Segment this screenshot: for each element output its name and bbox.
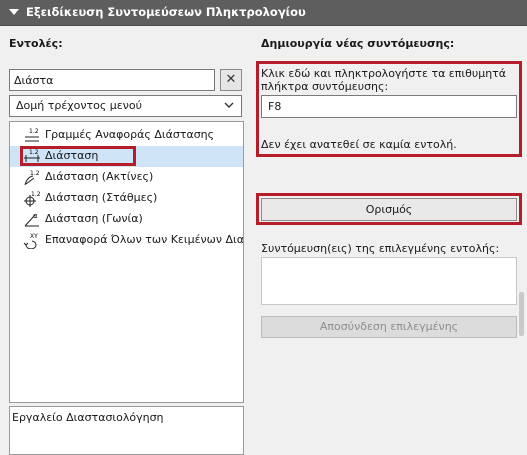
- current-shortcuts-list[interactable]: [261, 257, 517, 305]
- shortcut-instruction: Κλικ εδώ και πληκτρολογήστε τα επιθυμητά…: [261, 67, 507, 93]
- close-icon: ✕: [225, 72, 237, 87]
- menu-structure-dropdown[interactable]: Δομή τρέχοντος μενού: [9, 95, 242, 117]
- dropdown-value: Δομή τρέχοντος μενού: [16, 99, 142, 112]
- shortcut-key-input[interactable]: [261, 95, 517, 118]
- level-dimension-icon: 1.2: [24, 191, 41, 207]
- assign-button[interactable]: Ορισμός: [261, 198, 517, 221]
- svg-text:XY: XY: [30, 233, 38, 240]
- unassign-button[interactable]: Αποσύνδεση επιλεγμένης: [261, 316, 517, 338]
- selected-command-highlight: [20, 146, 136, 166]
- reset-dimension-text-icon: XY: [23, 233, 38, 249]
- svg-text:1.2: 1.2: [29, 128, 39, 135]
- commands-label: Εντολές:: [9, 37, 63, 50]
- chevron-down-icon: [224, 102, 234, 108]
- panel-title: Εξειδίκευση Συντομεύσεων Πληκτρολογίου: [26, 5, 306, 19]
- command-description: Εργαλείο Διαστασιολόγηση: [9, 406, 244, 455]
- list-item-label: Επαναφορά Όλων των Κειμένων Διαστ: [45, 233, 244, 246]
- list-item[interactable]: α Διάσταση (Γωνία): [10, 209, 243, 230]
- list-item-label: Γραμμές Αναφοράς Διάστασης: [45, 128, 215, 141]
- current-shortcuts-label: Συντόμευση(εις) της επιλεγμένης εντολής:: [261, 242, 500, 255]
- list-item[interactable]: 1.2 Διάσταση (Ακτίνες): [10, 167, 243, 188]
- list-item[interactable]: 1.2 Γραμμές Αναφοράς Διάστασης: [10, 125, 243, 146]
- clear-search-button[interactable]: ✕: [220, 69, 242, 91]
- assignment-status: Δεν έχει ανατεθεί σε καμία εντολή.: [261, 138, 457, 151]
- svg-text:1.2: 1.2: [31, 191, 41, 198]
- radial-dimension-icon: 1.2: [24, 170, 40, 186]
- collapse-arrow-icon[interactable]: [9, 9, 19, 15]
- angle-dimension-icon: α: [24, 212, 39, 227]
- new-shortcut-label: Δημιουργία νέας συντόμευσης:: [261, 37, 455, 50]
- panel-header[interactable]: Εξειδίκευση Συντομεύσεων Πληκτρολογίου: [0, 0, 527, 26]
- list-item-label: Διάσταση (Γωνία): [45, 212, 143, 225]
- reference-line-dimension-icon: 1.2: [25, 128, 39, 142]
- list-item-label: Διάσταση (Ακτίνες): [45, 170, 154, 183]
- list-item[interactable]: 1.2 Διάσταση (Στάθμες): [10, 188, 243, 209]
- list-item[interactable]: XY Επαναφορά Όλων των Κειμένων Διαστ: [10, 230, 243, 251]
- command-search-input[interactable]: [9, 69, 215, 91]
- panel-scrollbar[interactable]: [519, 292, 524, 336]
- list-item-label: Διάσταση (Στάθμες): [45, 191, 158, 204]
